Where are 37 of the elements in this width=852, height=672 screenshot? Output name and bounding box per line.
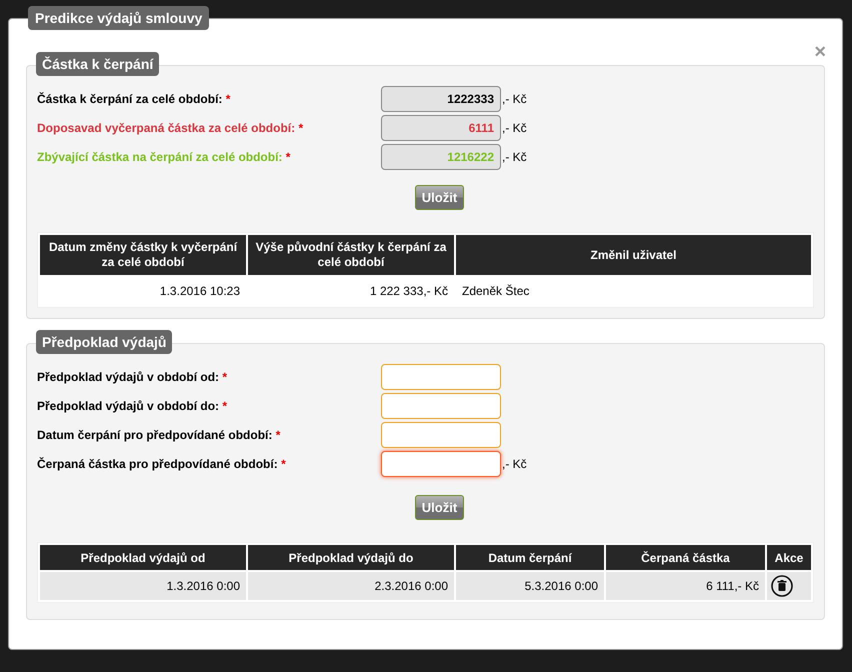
field-label: Čerpaná částka pro předpovídané období: * bbox=[37, 456, 287, 473]
column-header: Předpoklad výdajů do bbox=[248, 545, 454, 570]
input-field[interactable] bbox=[381, 451, 501, 477]
currency-label: ,- Kč bbox=[502, 120, 527, 137]
section-legend: Předpoklad výdajů bbox=[36, 330, 172, 354]
table-cell: 6 111,- Kč bbox=[606, 572, 765, 600]
save-button[interactable]: Uložit bbox=[414, 495, 464, 520]
column-header: Datum změny částky k vyčerpání za celé období bbox=[40, 235, 246, 275]
field-label: Částka k čerpání za celé období: * bbox=[37, 91, 232, 108]
save-button[interactable]: Uložit bbox=[414, 185, 464, 210]
input-field[interactable] bbox=[381, 364, 501, 390]
table-cell: 2.3.2016 0:00 bbox=[248, 572, 454, 600]
field-label: Předpoklad výdajů v období od: * bbox=[37, 369, 228, 386]
input-field[interactable] bbox=[381, 422, 501, 448]
column-header: Výše původní částky k čerpání za celé období bbox=[248, 235, 454, 275]
currency-label: ,- Kč bbox=[502, 91, 527, 108]
table-cell: 1.3.2016 0:00 bbox=[40, 572, 246, 600]
field-label: Zbývající částka na čerpání za celé období: * bbox=[37, 149, 292, 166]
delete-icon[interactable] bbox=[771, 575, 793, 597]
field-label: Datum čerpání pro předpovídané období: * bbox=[37, 427, 282, 444]
amount-field: 1216222 bbox=[381, 144, 501, 170]
column-header: Datum čerpání bbox=[456, 545, 604, 570]
close-button[interactable]: × bbox=[814, 38, 826, 65]
field-label: Doposavad vyčerpaná částka za celé období: * bbox=[37, 120, 304, 137]
table-cell: 5.3.2016 0:00 bbox=[456, 572, 604, 600]
amount-field: 1222333 bbox=[381, 86, 501, 112]
column-header: Změnil uživatel bbox=[456, 235, 811, 275]
field-label: Předpoklad výdajů v období do: * bbox=[37, 398, 228, 415]
section-legend: Částka k čerpání bbox=[36, 52, 160, 76]
input-field[interactable] bbox=[381, 393, 501, 419]
dialog-title: Predikce výdajů smlouvy bbox=[28, 6, 210, 30]
amount-field: 6111 bbox=[381, 115, 501, 141]
column-header: Akce bbox=[767, 545, 811, 570]
column-header: Předpoklad výdajů od bbox=[40, 545, 246, 570]
currency-label: ,- Kč bbox=[502, 149, 527, 166]
currency-label: ,- Kč bbox=[502, 456, 527, 473]
column-header: Čerpaná částka bbox=[606, 545, 765, 570]
